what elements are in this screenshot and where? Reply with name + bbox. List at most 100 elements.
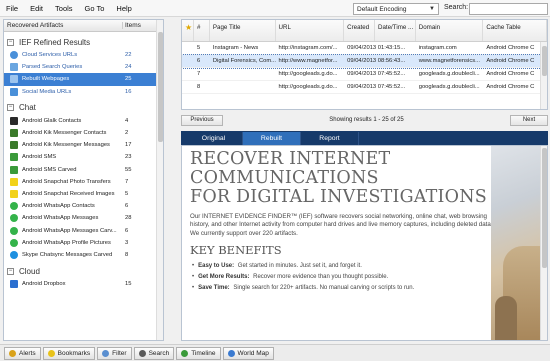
cell: googleads.g.doublecli... [418, 71, 480, 77]
preview-paragraph: Our INTERNET EVIDENCE FINDER™ (IEF) soft… [190, 213, 493, 237]
snapchat-icon [10, 177, 18, 186]
artifact-row[interactable]: Android SMS Carved 55 [4, 164, 163, 176]
sms-icon [10, 153, 18, 162]
filter-icon [102, 349, 110, 357]
cell: 5 [196, 45, 201, 51]
table-row[interactable]: 7 http://googleads.g.do... 09/04/2013 07… [182, 68, 547, 81]
table-row[interactable]: 8 http://googleads.g.do... 09/04/2013 07… [182, 81, 547, 94]
artifact-row[interactable]: Skype Chatsync Messages Carved 8 [4, 249, 163, 261]
artifact-row[interactable]: Cloud Services URLs 22 [4, 49, 163, 61]
column-header[interactable]: # [194, 20, 210, 41]
section-chat[interactable]: − Chat [4, 101, 163, 115]
table-header: ★ # Page Title URL Created Date/Time ...… [182, 20, 547, 42]
artifact-row[interactable]: Android WhatsApp Messages 28 [4, 212, 163, 224]
header-artifacts[interactable]: Recovered Artifacts [4, 22, 122, 29]
previous-button[interactable]: Previous [181, 114, 223, 126]
tab-world-map[interactable]: World Map [222, 346, 274, 360]
section-cloud[interactable]: − Cloud [4, 264, 163, 278]
bottom-tab-bar: Alerts Bookmarks Filter Search Timeline … [0, 344, 550, 361]
header-items[interactable]: Items [122, 22, 141, 29]
table-row-selected[interactable]: 6 Digital Forensics, Com... http://www.m… [182, 54, 547, 69]
panel-splitter[interactable] [168, 19, 178, 341]
tab-report[interactable]: Report [301, 132, 359, 145]
next-button[interactable]: Next [510, 114, 548, 126]
menu-help[interactable]: Help [110, 4, 137, 13]
benefit-item: • Get More Results: Recover more evidence… [192, 274, 389, 281]
dropbox-icon [10, 280, 18, 289]
artifact-row-selected[interactable]: Rebuilt Webpages 25 [4, 73, 163, 86]
results-count: Showing results 1 - 25 of 25 [329, 117, 404, 123]
tab-rebuilt[interactable]: Rebuilt [243, 132, 301, 145]
menu-edit[interactable]: Edit [24, 4, 49, 13]
artifact-row[interactable]: Android WhatsApp Contacts 6 [4, 200, 163, 212]
menu-goto[interactable]: Go To [79, 4, 111, 13]
section-title: Cloud [19, 266, 40, 276]
cell: Android Chrome C [486, 45, 535, 51]
artifacts-header: Recovered Artifacts Items [4, 20, 163, 32]
cell: Instagram - News [212, 45, 259, 51]
column-header[interactable]: URL [276, 20, 345, 41]
section-ief-refined[interactable]: − IEF Refined Results [4, 35, 163, 49]
column-header[interactable]: Date/Time ... [375, 20, 416, 41]
scrollbar-thumb[interactable] [542, 46, 547, 76]
artifact-row[interactable]: Android SMS 23 [4, 151, 163, 163]
cell: 09/04/2013 07:45:52... [347, 71, 406, 77]
artifacts-panel: Recovered Artifacts Items − IEF Refined … [3, 19, 164, 341]
tab-timeline[interactable]: Timeline [176, 346, 221, 360]
tab-search[interactable]: Search [133, 346, 175, 360]
gtalk-icon [10, 116, 18, 125]
cell: instagram.com [418, 45, 457, 51]
column-header[interactable]: Cache Table [483, 20, 547, 41]
section-title: Chat [19, 103, 36, 113]
kik-icon [10, 129, 18, 138]
artifact-row[interactable]: Android Dropbox 15 [4, 278, 163, 290]
artifact-row[interactable]: Android Kik Messenger Messages 17 [4, 139, 163, 151]
snapchat-icon [10, 189, 18, 198]
artifact-row[interactable]: Android Snapchat Photo Transfers 7 [4, 176, 163, 188]
column-header[interactable]: Page Title [210, 20, 276, 41]
cell: Android Chrome C [486, 71, 535, 77]
cell: 7 [196, 71, 201, 77]
artifact-row[interactable]: Android Kik Messenger Contacts 2 [4, 127, 163, 139]
table-row[interactable]: 5 Instagram - News http://instagram.com/… [182, 42, 547, 55]
artifact-row[interactable]: Android WhatsApp Messages Carv... 6 [4, 224, 163, 236]
preview-scrollbar[interactable] [540, 146, 547, 340]
skype-icon [10, 250, 18, 259]
scrollbar-thumb[interactable] [542, 148, 547, 268]
chevron-down-icon: ▼ [429, 6, 435, 12]
cell: http://www.magnetfor... [278, 58, 338, 64]
star-column-icon[interactable]: ★ [182, 20, 194, 41]
scrollbar-thumb[interactable] [158, 32, 163, 142]
benefit-item: • Easy to Use: Get started in minutes. Ju… [192, 263, 362, 270]
encoding-select[interactable]: Default Encoding ▼ [353, 3, 439, 15]
search-input[interactable] [469, 3, 548, 15]
artifact-row[interactable]: Parsed Search Queries 24 [4, 61, 163, 73]
menu-file[interactable]: File [0, 4, 24, 13]
collapse-icon[interactable]: − [7, 104, 14, 112]
whatsapp-icon [10, 214, 18, 223]
collapse-icon[interactable]: − [7, 267, 14, 275]
whatsapp-icon [10, 238, 18, 247]
column-header[interactable]: Created [344, 20, 375, 41]
webpage-preview: RECOVER INTERNET COMMUNICATIONS FOR DIGI… [181, 145, 548, 341]
heading-line: RECOVER INTERNET [190, 149, 391, 169]
tab-filter[interactable]: Filter [97, 346, 132, 360]
artifact-row[interactable]: Android WhatsApp Profile Pictures 3 [4, 237, 163, 249]
left-scrollbar[interactable] [156, 20, 163, 340]
artifact-row[interactable]: Social Media URLs 16 [4, 86, 163, 98]
table-scrollbar[interactable] [540, 42, 547, 109]
tab-original[interactable]: Original [185, 132, 243, 145]
artifact-row[interactable]: Android Snapchat Received Images 5 [4, 188, 163, 200]
menu-tools[interactable]: Tools [49, 4, 79, 13]
tab-bookmarks[interactable]: Bookmarks [42, 346, 96, 360]
section-title: IEF Refined Results [19, 37, 91, 47]
artifact-row[interactable]: Android Glalk Contacts 4 [4, 115, 163, 127]
column-header[interactable]: Domain [416, 20, 484, 41]
search-icon [138, 349, 146, 357]
collapse-icon[interactable]: − [7, 38, 14, 46]
whatsapp-icon [10, 226, 18, 235]
tab-alerts[interactable]: Alerts [4, 346, 41, 360]
benefits-list: • Easy to Use: Get started in minutes. Ju… [190, 261, 498, 294]
cell: 09/04/2013 01:43:15... [347, 45, 406, 51]
cell: Android Chrome C [486, 84, 535, 90]
